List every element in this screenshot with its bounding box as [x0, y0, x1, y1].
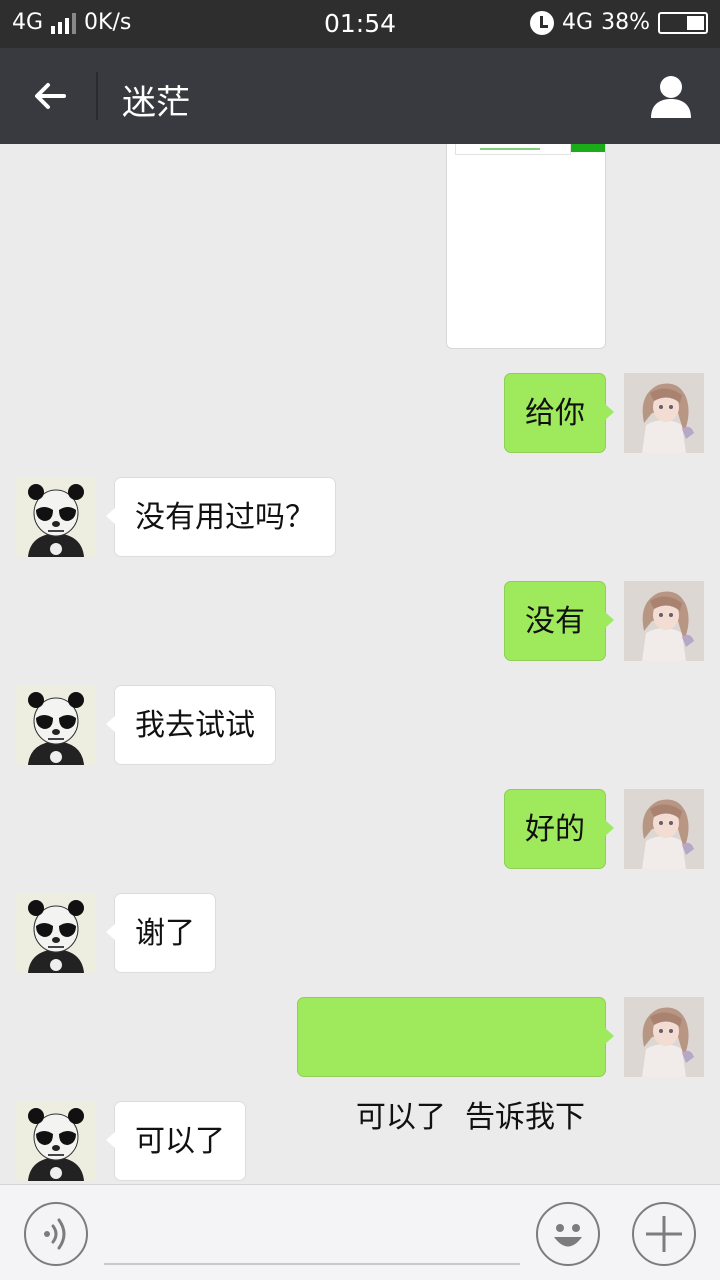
- contact-avatar[interactable]: [16, 1101, 96, 1181]
- chat-title: 迷茫: [122, 83, 190, 123]
- battery-fill: [687, 15, 704, 30]
- status-bar: 4G 0K/s 01:54 4G 38%: [0, 0, 720, 48]
- contact-avatar[interactable]: [16, 477, 96, 557]
- panda-avatar-image: [16, 685, 96, 765]
- voice-icon: [44, 1218, 66, 1250]
- alarm-icon: [530, 10, 555, 35]
- image-content-strip: [455, 144, 571, 155]
- my-avatar[interactable]: [624, 373, 704, 453]
- message-text: 没有用过吗？: [135, 500, 315, 535]
- message-input[interactable]: [104, 1203, 520, 1265]
- plus-icon: [646, 1216, 682, 1252]
- my-avatar[interactable]: [624, 997, 704, 1077]
- message-bubble-incoming[interactable]: 可以了: [106, 1101, 246, 1181]
- arrow-left-icon[interactable]: [30, 76, 70, 116]
- message-bubble-outgoing[interactable]: 可以了 告诉我下: [296, 997, 615, 1135]
- message-text: 谢了: [135, 916, 195, 951]
- chat-header: 迷茫: [0, 48, 720, 144]
- image-content-button: [571, 144, 605, 152]
- header-divider: [96, 72, 98, 120]
- panda-avatar-image: [16, 477, 96, 557]
- girl-avatar-image: [624, 997, 704, 1077]
- person-icon[interactable]: [650, 74, 692, 118]
- message-bubble-outgoing[interactable]: 好的: [504, 789, 614, 869]
- input-bar: [0, 1184, 720, 1280]
- contact-avatar[interactable]: [16, 893, 96, 973]
- girl-avatar-image: [624, 373, 704, 453]
- message-text: 好的: [525, 812, 585, 847]
- message-text: 给你: [525, 396, 585, 431]
- message-bubble-incoming[interactable]: 我去试试: [106, 685, 276, 765]
- message-bubble-incoming[interactable]: 没有用过吗？: [106, 477, 336, 557]
- contact-avatar[interactable]: [16, 685, 96, 765]
- panda-avatar-image: [16, 893, 96, 973]
- my-avatar[interactable]: [624, 789, 704, 869]
- message-bubble-incoming[interactable]: 谢了: [106, 893, 216, 973]
- network-type-secondary: 4G: [562, 10, 594, 35]
- emoji-button[interactable]: [536, 1202, 600, 1266]
- girl-avatar-image: [624, 581, 704, 661]
- emoji-icon: [554, 1224, 582, 1247]
- message-text: 我去试试: [135, 708, 255, 743]
- message-bubble-outgoing[interactable]: 给你: [504, 373, 614, 453]
- battery-percent: 38%: [601, 10, 650, 35]
- more-button[interactable]: [632, 1202, 696, 1266]
- shared-image-message[interactable]: [446, 144, 606, 349]
- girl-avatar-image: [624, 789, 704, 869]
- voice-button[interactable]: [24, 1202, 88, 1266]
- message-list[interactable]: 给你 没有用过吗？ 没有 我去试试 好的 谢了 可以了 告诉我下 可以了: [0, 144, 720, 1184]
- panda-avatar-image: [16, 1101, 96, 1181]
- message-text: 可以了: [135, 1124, 225, 1159]
- my-avatar[interactable]: [624, 581, 704, 661]
- message-text: 没有: [525, 604, 585, 639]
- message-bubble-outgoing[interactable]: 没有: [504, 581, 614, 661]
- message-text: 可以了 告诉我下: [355, 1100, 585, 1135]
- battery-icon: [658, 11, 708, 34]
